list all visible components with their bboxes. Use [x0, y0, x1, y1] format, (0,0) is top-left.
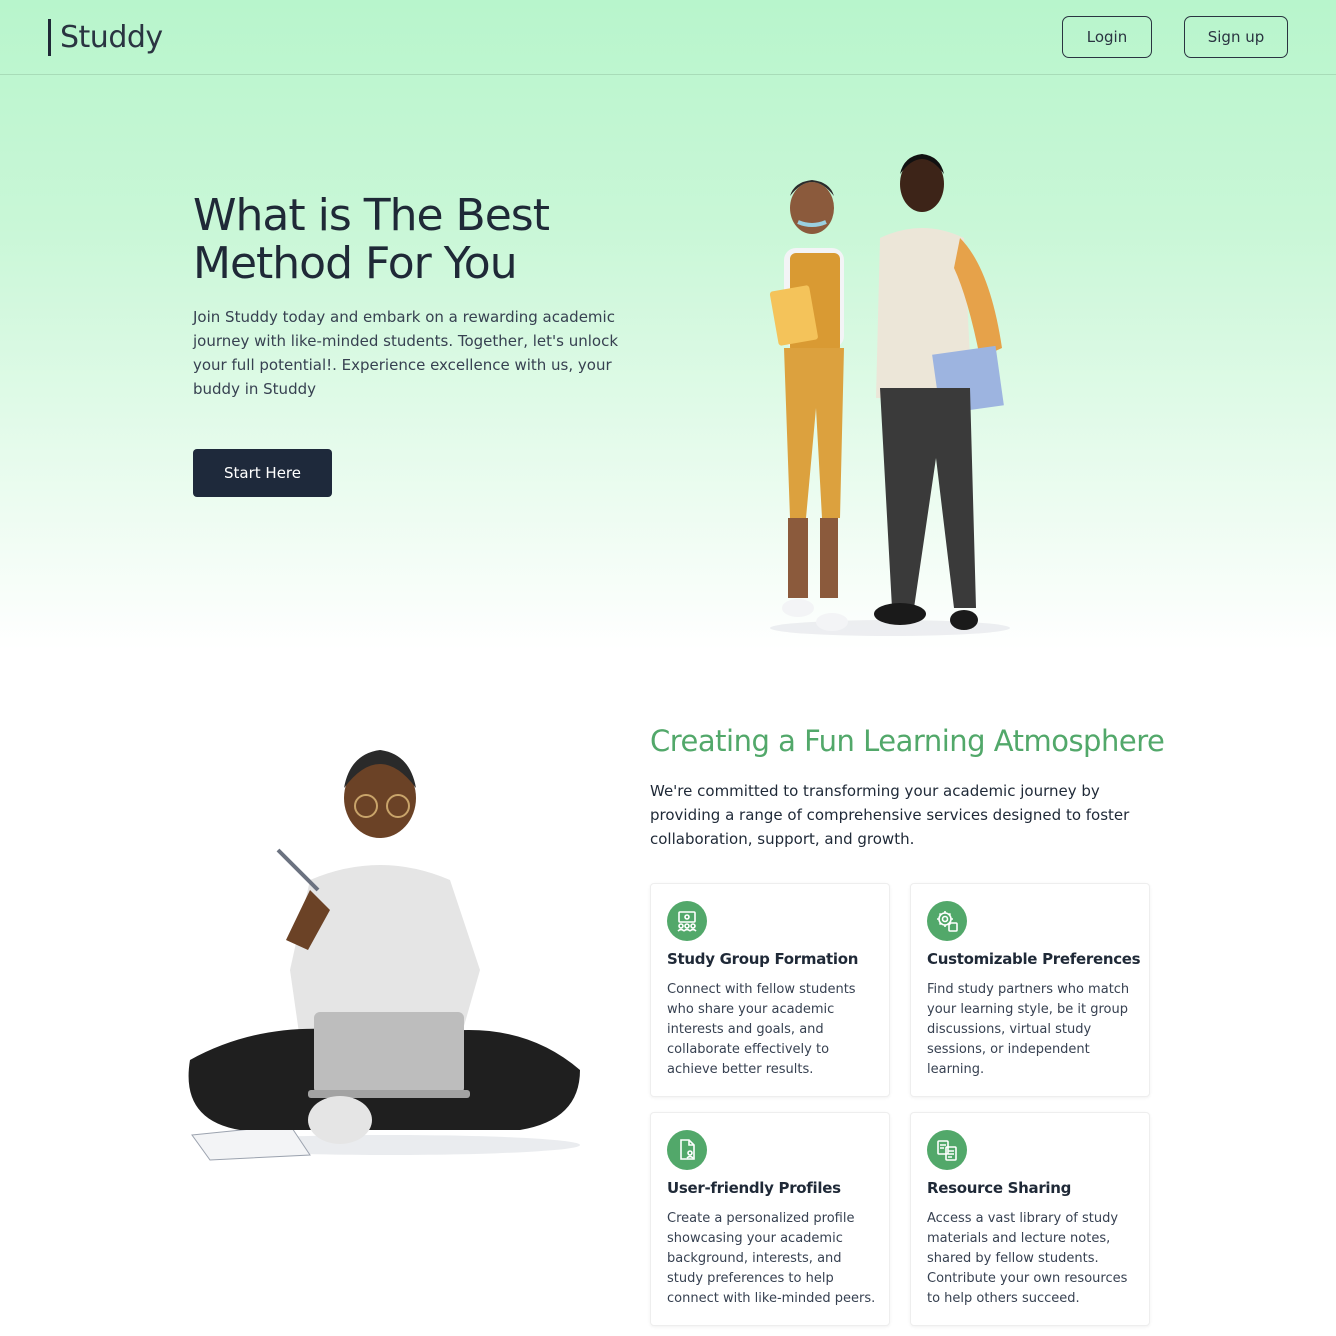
hero-title: What is The Best Method For You: [193, 190, 550, 289]
card-title: Customizable Preferences: [927, 950, 1141, 968]
hero-description: Join Studdy today and embark on a reward…: [193, 308, 619, 398]
preferences-icon: [927, 901, 967, 941]
feature-card-study-group: Study Group Formation Connect with fello…: [650, 883, 890, 1097]
card-text: Find study partners who match your learn…: [927, 982, 1130, 1077]
start-here-button[interactable]: Start Here: [193, 449, 332, 497]
card-title: Study Group Formation: [667, 950, 859, 968]
features-title: Creating a Fun Learning Atmosphere: [650, 724, 1165, 758]
signup-button[interactable]: Sign up: [1184, 16, 1288, 58]
logo-bar: [48, 18, 51, 56]
students-illustration: [769, 154, 1010, 636]
card-text: Access a vast library of study materials…: [927, 1211, 1128, 1306]
logo[interactable]: Studdy: [48, 18, 163, 56]
resource-sharing-icon: [927, 1130, 967, 1170]
card-title: User-friendly Profiles: [667, 1179, 841, 1197]
study-group-icon: [667, 901, 707, 941]
student-laptop-illustration: [188, 750, 581, 1161]
logo-text: Studdy: [60, 19, 163, 55]
profile-icon: [667, 1130, 707, 1170]
card-text: Create a personalized profile showcasing…: [667, 1211, 876, 1306]
site-header: Studdy Login Sign up: [0, 0, 1336, 75]
feature-card-preferences: Customizable Preferences Find study part…: [910, 883, 1150, 1097]
login-button[interactable]: Login: [1062, 16, 1152, 58]
feature-card-resource-sharing: Resource Sharing Access a vast library o…: [910, 1112, 1150, 1326]
feature-card-profiles: User-friendly Profiles Create a personal…: [650, 1112, 890, 1326]
card-title: Resource Sharing: [927, 1179, 1072, 1197]
features-description: We're committed to transforming your aca…: [650, 782, 1130, 848]
card-text: Connect with fellow students who share y…: [667, 982, 856, 1077]
